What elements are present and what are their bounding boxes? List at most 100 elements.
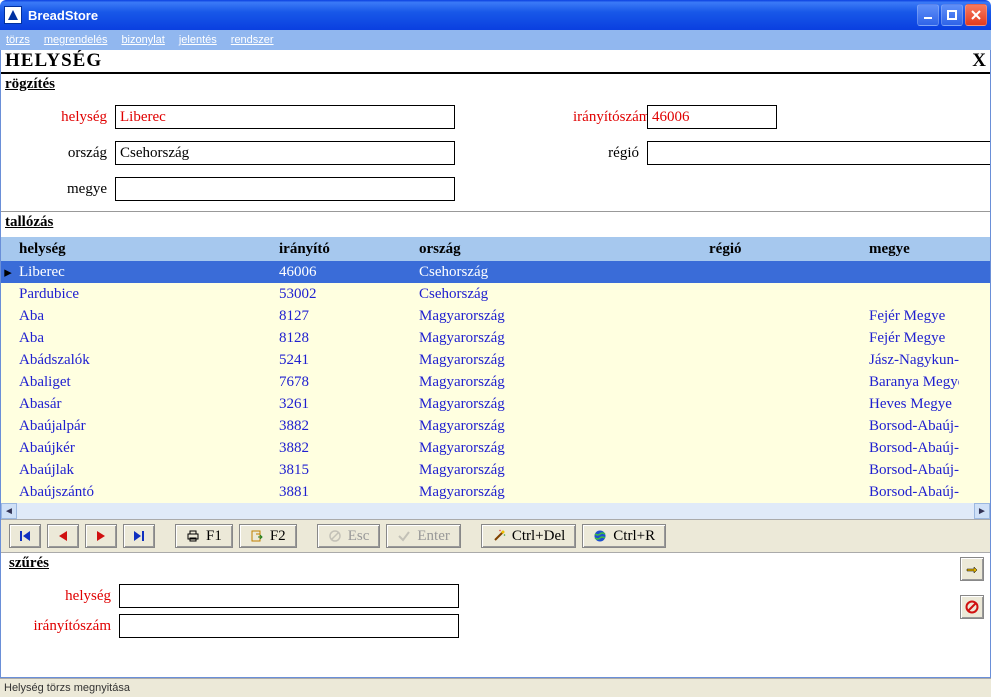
apply-filter-button[interactable] [960,557,984,581]
cell-helyseg: Abádszalók [15,351,275,370]
row-marker-icon [1,447,15,449]
confirm-enter-button[interactable]: Enter [386,524,460,548]
nav-next-button[interactable] [85,524,117,548]
input-helyseg[interactable] [115,105,455,129]
input-iranyitoszam[interactable] [647,105,777,129]
window-titlebar: BreadStore [0,0,991,30]
cell-orszag: Magyarország [415,461,705,480]
cell-megye: Jász-Nagykun-Sz [865,351,959,370]
filter-label-iranyitoszam: irányítószám [5,618,115,635]
menu-torzs[interactable]: törzs [6,34,30,46]
table-header: helység irányító ország régió megye [1,237,990,261]
cell-orszag: Magyarország [415,351,705,370]
statusbar: Helység törzs megnyitása [0,678,991,697]
cell-helyseg: Abaújszántó [15,483,275,502]
cell-iranyito: 3882 [275,439,415,458]
filter-input-helyseg[interactable] [119,584,459,608]
row-marker-icon [1,359,15,361]
menu-rendszer[interactable]: rendszer [231,34,274,46]
table-row[interactable]: ▸Liberec46006Csehország [1,261,990,283]
cell-iranyito: 3882 [275,417,415,436]
cell-helyseg: Pardubice [15,285,275,304]
th-megye[interactable]: megye [865,239,959,260]
table-row[interactable]: Abasár3261Magyarország Heves Megye [1,393,990,415]
export-icon [250,529,264,543]
cell-helyseg: Abaújlak [15,461,275,480]
wand-icon [492,529,506,543]
cell-helyseg: Abasár [15,395,275,414]
enter-label: Enter [417,528,449,545]
th-orszag[interactable]: ország [415,239,705,260]
cell-regio [705,381,865,383]
cell-iranyito: 3261 [275,395,415,414]
cell-orszag: Magyarország [415,395,705,414]
table-row[interactable]: Abaújalpár3882MagyarországBorsod-Abaúj-Z… [1,415,990,437]
esc-label: Esc [348,528,370,545]
cell-megye: Borsod-Abaúj-Ze [865,439,959,458]
horizontal-scrollbar[interactable]: ◄ ► [1,503,990,519]
filter-label-helyseg: helység [5,588,115,605]
table-row[interactable]: Abaújlak3815MagyarországBorsod-Abaúj-Ze [1,459,990,481]
printer-icon [186,529,200,543]
table-row[interactable]: Aba8128MagyarországFejér Megye [1,327,990,349]
print-f1-button[interactable]: F1 [175,524,233,548]
cell-regio [705,447,865,449]
menu-bizonylat[interactable]: bizonylat [121,34,164,46]
th-regio[interactable]: régió [705,239,865,260]
close-window-button[interactable] [965,4,987,26]
ctrldel-label: Ctrl+Del [512,528,565,545]
cancel-esc-button[interactable]: Esc [317,524,381,548]
scroll-left-button[interactable]: ◄ [1,503,17,519]
table-row[interactable]: Abaújszántó3881MagyarországBorsod-Abaúj-… [1,481,990,503]
hand-point-icon [965,562,979,576]
nav-last-button[interactable] [123,524,155,548]
cell-orszag: Magyarország [415,329,705,348]
delete-ctrldel-button[interactable]: Ctrl+Del [481,524,576,548]
input-megye[interactable] [115,177,455,201]
section-browse-label: tallózás [1,212,990,237]
status-text: Helység törzs megnyitása [4,682,130,694]
table-row[interactable]: Aba8127MagyarországFejér Megye [1,305,990,327]
minimize-button[interactable] [917,4,939,26]
menu-megrendeles[interactable]: megrendelés [44,34,108,46]
row-marker-icon [1,425,15,427]
menubar: törzs megrendelés bizonylat jelentés ren… [0,30,991,50]
cell-orszag: Magyarország [415,439,705,458]
menu-jelentes[interactable]: jelentés [179,34,217,46]
table-row[interactable]: Abaliget7678MagyarországBaranya Megye [1,371,990,393]
row-marker-icon [1,381,15,383]
label-orszag: ország [1,145,111,162]
label-regio: régió [573,145,643,162]
filter-input-iranyitoszam[interactable] [119,614,459,638]
row-marker-icon [1,491,15,493]
nav-first-button[interactable] [9,524,41,548]
cell-helyseg: Abaújkér [15,439,275,458]
page-close-button[interactable]: X [972,50,986,72]
th-helyseg[interactable]: helység [15,239,275,260]
cell-regio [705,469,865,471]
th-iranyito[interactable]: irányító [275,239,415,260]
nav-prev-button[interactable] [47,524,79,548]
cell-megye: Heves Megye [865,395,959,414]
page-title: HELYSÉG [5,50,972,72]
cell-iranyito: 53002 [275,285,415,304]
input-regio[interactable] [647,141,991,165]
table-body: ▸Liberec46006CsehországPardubice53002Cse… [1,261,990,503]
row-marker-icon: ▸ [1,262,15,283]
input-orszag[interactable] [115,141,455,165]
scroll-right-button[interactable]: ► [974,503,990,519]
cell-megye: Borsod-Abaúj-Ze [865,483,959,502]
table-row[interactable]: Abaújkér3882Magyarország Borsod-Abaúj-Ze [1,437,990,459]
refresh-ctrlr-button[interactable]: Ctrl+R [582,524,666,548]
ctrlr-label: Ctrl+R [613,528,655,545]
cell-helyseg: Abaliget [15,373,275,392]
clear-filter-button[interactable] [960,595,984,619]
cell-regio [705,359,865,361]
table-row[interactable]: Pardubice53002Csehország [1,283,990,305]
cell-orszag: Magyarország [415,483,705,502]
section-filter-label: szűrés [5,553,986,578]
maximize-button[interactable] [941,4,963,26]
export-f2-button[interactable]: F2 [239,524,297,548]
table-row[interactable]: Abádszalók5241MagyarországJász-Nagykun-S… [1,349,990,371]
cell-helyseg: Abaújalpár [15,417,275,436]
